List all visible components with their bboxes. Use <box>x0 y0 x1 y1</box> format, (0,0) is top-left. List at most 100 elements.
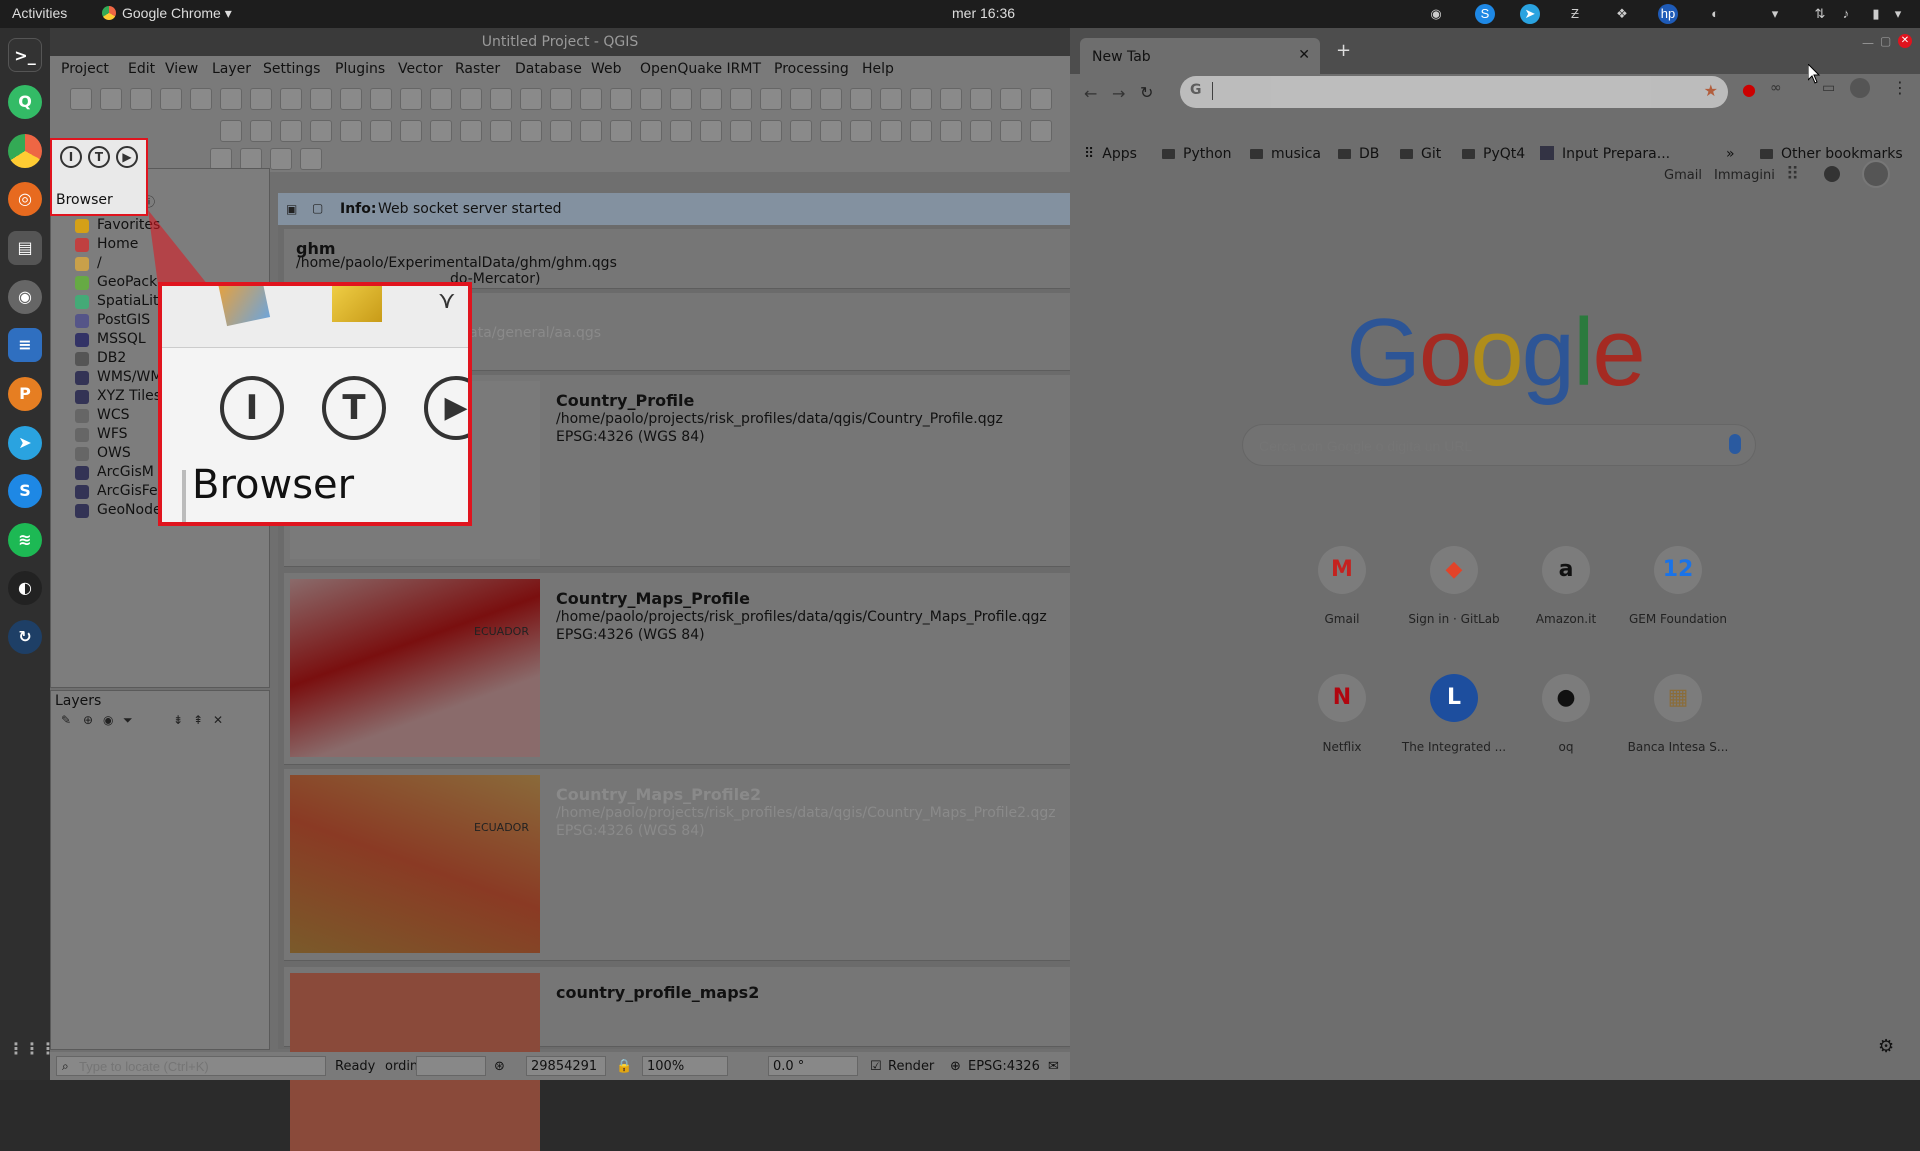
toolbar-button[interactable] <box>1000 88 1022 110</box>
menu-layer[interactable]: Layer <box>212 61 251 77</box>
extents-icon[interactable]: ⊛ <box>494 1059 505 1074</box>
menu-openquake-irmt[interactable]: OpenQuake IRMT <box>640 61 761 77</box>
bookmark-pyqt4[interactable]: PyQt4 <box>1462 146 1525 162</box>
toolbar-button[interactable] <box>850 120 872 142</box>
toolbar-button[interactable] <box>550 88 572 110</box>
rhythmbox-icon[interactable]: ◉ <box>8 280 42 314</box>
browser-item-[interactable]: / <box>97 255 102 271</box>
toolbar-button[interactable] <box>670 88 692 110</box>
toolbar-button[interactable] <box>640 120 662 142</box>
qgis-icon[interactable]: Q <box>8 85 42 119</box>
recent-project-card[interactable]: ghm/home/paolo/ExperimentalData/ghm/ghm.… <box>284 229 1070 289</box>
customize-gear-icon[interactable]: ⚙ <box>1878 1036 1894 1057</box>
toolbar-button[interactable] <box>880 120 902 142</box>
toolbar-button[interactable] <box>340 88 362 110</box>
skype-icon[interactable]: S <box>1475 4 1495 24</box>
toolbar-button[interactable] <box>790 120 812 142</box>
obs-icon[interactable]: ◐ <box>8 571 42 605</box>
omnibox[interactable]: G ★ <box>1180 76 1728 108</box>
toolbar-button[interactable] <box>790 88 812 110</box>
toolbar-button[interactable] <box>100 88 122 110</box>
browser-item-geonode[interactable]: GeoNode <box>97 502 162 518</box>
rotation-field[interactable]: 0.0 ° <box>768 1056 858 1076</box>
lock-icon[interactable]: 🔒 <box>616 1059 632 1074</box>
menu-edit[interactable]: Edit <box>128 61 155 77</box>
toolbar-button[interactable] <box>520 120 542 142</box>
toolbar-button[interactable] <box>220 88 242 110</box>
menu-processing[interactable]: Processing <box>774 61 849 77</box>
identify-icon[interactable]: I <box>60 146 82 168</box>
system-menu-icon[interactable]: ▾ <box>1888 4 1908 24</box>
account-avatar[interactable] <box>1862 160 1890 188</box>
back-icon[interactable]: ← <box>1084 84 1097 103</box>
profile-avatar[interactable] <box>1850 78 1870 98</box>
toolbar-button[interactable] <box>210 148 232 170</box>
shortcut-tile[interactable]: 12 GEM Foundation <box>1622 546 1734 666</box>
globe-icon[interactable]: ⊕ <box>950 1059 961 1074</box>
toolbar-button[interactable] <box>430 120 452 142</box>
toolbar-button[interactable] <box>370 120 392 142</box>
toolbar-button[interactable] <box>940 88 962 110</box>
menu-raster[interactable]: Raster <box>455 61 500 77</box>
images-link[interactable]: Immagini <box>1714 168 1775 183</box>
toolbar-button[interactable] <box>460 120 482 142</box>
tray-app-icon[interactable]: ◉ <box>1426 4 1446 24</box>
bookmark-star-icon[interactable]: ★ <box>1704 81 1718 100</box>
toolbar-button[interactable] <box>300 148 322 170</box>
expand-all-icon[interactable]: ⇟ <box>173 713 183 727</box>
coordinate-field[interactable] <box>416 1056 486 1076</box>
toolbar-button[interactable] <box>610 88 632 110</box>
bookmark-python[interactable]: Python <box>1162 146 1232 162</box>
menu-project[interactable]: Project <box>61 61 109 77</box>
toolbar-button[interactable] <box>580 88 602 110</box>
browser-item-wms-wm[interactable]: WMS/WM <box>97 369 162 385</box>
new-tab-icon[interactable]: + <box>1336 40 1351 61</box>
toolbar-button[interactable] <box>910 88 932 110</box>
toolbar-button[interactable] <box>880 88 902 110</box>
toolbar-button[interactable] <box>400 120 422 142</box>
browser-item-wfs[interactable]: WFS <box>97 426 128 442</box>
toolbar-button[interactable] <box>270 148 292 170</box>
google-search-box[interactable] <box>1242 424 1756 466</box>
menu-database[interactable]: Database <box>515 61 582 77</box>
close-window-icon[interactable]: ✕ <box>1898 34 1912 48</box>
menu-vector[interactable]: Vector <box>398 61 443 77</box>
render-checkbox[interactable]: ☑ <box>870 1059 882 1074</box>
recent-project-card[interactable]: country_profile_maps2 <box>284 967 1070 1151</box>
run-action-icon[interactable]: ▶ <box>116 146 138 168</box>
firefox-icon[interactable]: ◎ <box>8 182 42 216</box>
menu-web[interactable]: Web <box>591 61 622 77</box>
toolbar-button[interactable] <box>400 88 422 110</box>
menu-help[interactable]: Help <box>862 61 894 77</box>
toolbar-button[interactable] <box>970 120 992 142</box>
browser-item-spatialit[interactable]: SpatiaLit <box>97 293 159 309</box>
close-tab-icon[interactable]: ✕ <box>1298 47 1310 63</box>
update-icon[interactable]: ↻ <box>8 620 42 654</box>
shortcut-tile[interactable]: M Gmail <box>1286 546 1398 666</box>
browser-item-db2[interactable]: DB2 <box>97 350 126 366</box>
tray-z-icon[interactable]: Ƶ <box>1565 4 1585 24</box>
spotify-icon[interactable]: ≋ <box>8 523 42 557</box>
microphone-icon[interactable] <box>1729 434 1741 454</box>
open-layer-styling-icon[interactable]: ✎ <box>61 713 71 727</box>
bookmark-apps[interactable]: ⠿ Apps <box>1084 146 1137 162</box>
telegram-dock-icon[interactable]: ➤ <box>8 426 42 460</box>
bookmark-other[interactable]: Other bookmarks <box>1760 146 1903 162</box>
toolbar-button[interactable] <box>970 88 992 110</box>
shortcut-tile[interactable]: ● oq <box>1510 674 1622 794</box>
forward-icon[interactable]: → <box>1112 84 1125 103</box>
browser-item-wcs[interactable]: WCS <box>97 407 130 423</box>
obs-tray-icon[interactable]: ◐ <box>1705 4 1725 24</box>
dropbox-icon[interactable]: ❖ <box>1612 4 1632 24</box>
toolbar-button[interactable] <box>520 88 542 110</box>
cast-icon[interactable]: ▭ <box>1822 80 1835 96</box>
shortcut-tile[interactable]: a Amazon.it <box>1510 546 1622 666</box>
maximize-icon[interactable]: ▢ <box>1880 34 1891 48</box>
toolbar-button[interactable] <box>490 120 512 142</box>
show-apps-icon[interactable]: ⋮⋮⋮ <box>8 1032 56 1066</box>
toolbar-button[interactable] <box>490 88 512 110</box>
locator-input[interactable] <box>56 1056 326 1076</box>
menu-settings[interactable]: Settings <box>263 61 320 77</box>
chevron-down-icon[interactable]: ▾ <box>1765 4 1785 24</box>
toolbar-button[interactable] <box>700 120 722 142</box>
